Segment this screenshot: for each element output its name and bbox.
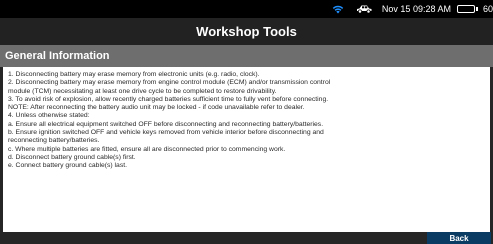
- section-heading: General Information: [5, 50, 110, 62]
- wifi-icon: [332, 5, 344, 14]
- info-line: 4. Unless otherwise stated:: [8, 112, 90, 120]
- back-button[interactable]: Back: [427, 232, 491, 244]
- info-line: b. Ensure ignition switched OFF and vehi…: [8, 129, 324, 137]
- car-icon: [356, 5, 372, 14]
- info-line: reconnecting battery/batteries.: [8, 137, 100, 145]
- info-line: a. Ensure all electrical equipment switc…: [8, 120, 324, 128]
- info-line: 3. To avoid risk of explosion, allow rec…: [8, 95, 329, 103]
- app-title: Workshop Tools: [196, 24, 297, 39]
- info-line: 1. Disconnecting battery may erase memor…: [8, 71, 260, 78]
- section-header: General Information: [0, 45, 493, 67]
- battery-icon: [456, 5, 478, 13]
- status-date: Nov 15: [381, 4, 411, 14]
- info-line: module (TCM) necessitating at least one …: [8, 87, 277, 95]
- status-time: 09:28 AM: [412, 4, 451, 14]
- battery-percent: 60: [482, 4, 493, 14]
- status-bar: Nov 15 09:28 AM 60: [0, 0, 493, 18]
- info-line: d. Disconnect battery ground cable(s) fi…: [8, 153, 136, 161]
- info-content: 1. Disconnecting battery may erase memor…: [3, 67, 490, 232]
- info-line: 2. Disconnecting battery may erase memor…: [8, 79, 331, 87]
- app-title-bar: Workshop Tools: [0, 18, 493, 45]
- info-line: NOTE: After reconnecting the battery aud…: [8, 104, 305, 112]
- info-line: c. Where multiple batteries are fitted, …: [8, 145, 286, 153]
- info-line: e. Connect battery ground cable(s) last.: [8, 162, 128, 170]
